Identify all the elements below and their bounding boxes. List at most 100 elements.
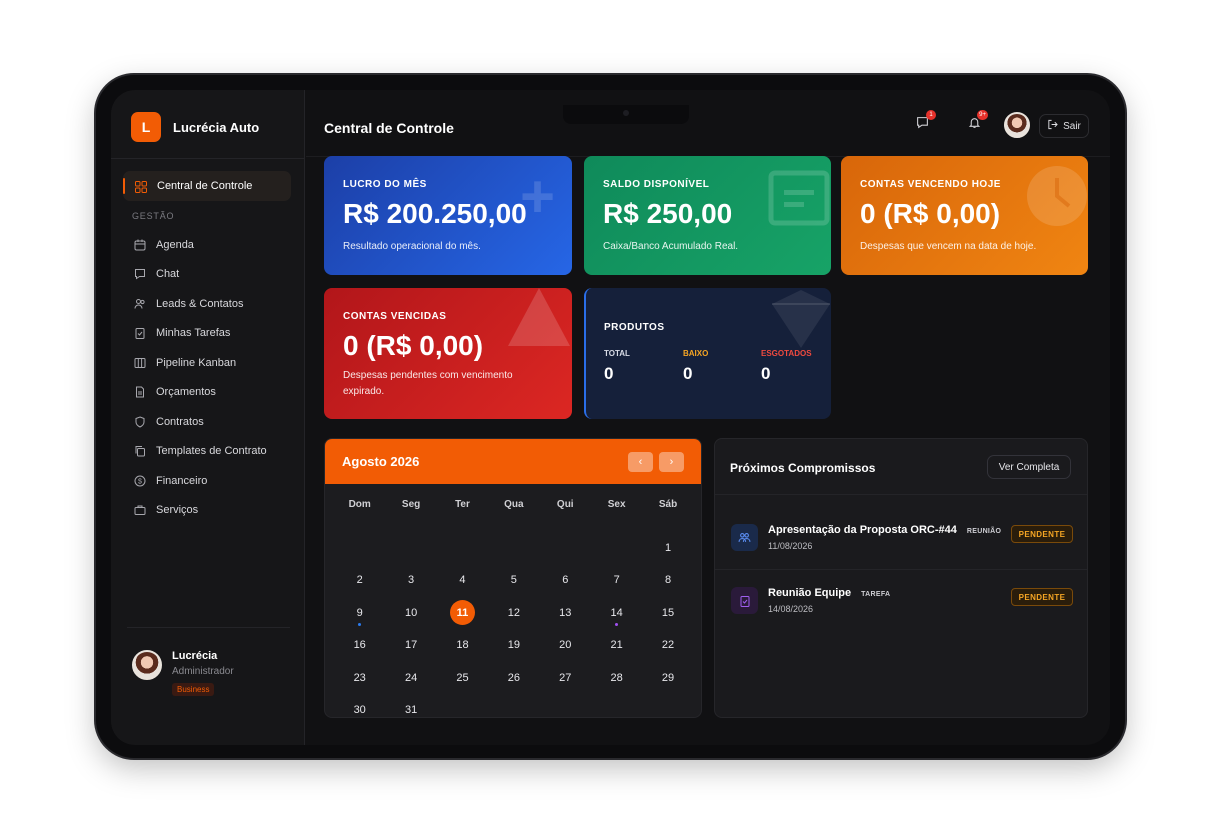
calendar-title: Agosto 2026 [342, 454, 420, 469]
day-number: 23 [353, 671, 366, 684]
sidebar-item-servicos[interactable]: Serviços [133, 496, 293, 526]
camera-icon [623, 110, 629, 116]
calendar-day[interactable]: 22 [642, 629, 693, 662]
day-number: 10 [404, 606, 418, 619]
sidebar-item-contratos[interactable]: Contratos [133, 407, 293, 437]
calendar-day[interactable]: 5 [488, 564, 539, 597]
calendar-day[interactable]: 19 [488, 629, 539, 662]
calendar-day[interactable]: 21 [591, 629, 642, 662]
chat-icon [133, 268, 146, 281]
calendar-day[interactable]: 18 [437, 629, 488, 662]
calendar-day[interactable]: 1 [642, 532, 693, 565]
sidebar-item-label: Templates de Contrato [156, 445, 267, 458]
calendar-day[interactable]: 26 [488, 662, 539, 695]
card-description: Despesas pendentes com vencimento expira… [343, 370, 513, 397]
logout-button[interactable]: Sair [1039, 114, 1089, 138]
warning-icon [506, 288, 572, 353]
card-value: R$ 200.250,00 [343, 198, 527, 229]
day-number: 17 [404, 639, 418, 652]
appointment-type: REUNIÃO [966, 528, 1002, 535]
calendar-empty-cell [488, 532, 539, 565]
card-lucro-do-mes[interactable]: + LUCRO DO MÊS R$ 200.250,00 Resultado o… [324, 156, 572, 275]
chat-button[interactable]: 1 [911, 110, 936, 135]
calendar-day[interactable]: 29 [642, 662, 693, 695]
stat-label: ESGOTADOS [761, 349, 812, 358]
calendar-day[interactable]: 6 [540, 564, 591, 597]
calendar-day[interactable]: 9 [334, 597, 385, 630]
sidebar-item-pipeline[interactable]: Pipeline Kanban [133, 348, 293, 378]
calendar-day[interactable]: 4 [437, 564, 488, 597]
clipboard-icon [133, 327, 146, 340]
calendar-day[interactable]: 31 [385, 694, 436, 717]
sidebar-item-financeiro[interactable]: $ Financeiro [133, 466, 293, 496]
weekday-label: Seg [401, 499, 421, 510]
calendar-day[interactable]: 20 [540, 629, 591, 662]
event-dot [615, 623, 619, 626]
grid-icon [135, 180, 148, 193]
next-month-button[interactable]: › [659, 451, 684, 472]
sidebar-item-orcamentos[interactable]: Orçamentos [133, 378, 293, 408]
calendar-day[interactable]: 30 [334, 694, 385, 717]
card-value: R$ 250,00 [603, 198, 733, 229]
calendar-day[interactable]: 14 [591, 597, 642, 630]
tablet-frame: L Lucrécia Auto Central de Controle GEST… [96, 75, 1125, 758]
sidebar-item-label: Central de Controle [157, 180, 253, 192]
sidebar-item-templates[interactable]: Templates de Contrato [133, 437, 293, 467]
day-number: 15 [661, 606, 675, 619]
nav-section-title: GESTÃO [132, 211, 175, 221]
card-label: SALDO DISPONÍVEL [603, 179, 710, 190]
card-saldo-disponivel[interactable]: SALDO DISPONÍVEL R$ 250,00 Caixa/Banco A… [584, 156, 831, 275]
day-number: 25 [456, 671, 469, 684]
notification-badge: 1 [926, 110, 936, 120]
calendar-day[interactable]: 27 [540, 662, 591, 695]
divider [111, 158, 305, 159]
sidebar-item-agenda[interactable]: Agenda [133, 230, 293, 260]
card-contas-vencendo-hoje[interactable]: CONTAS VENCENDO HOJE 0 (R$ 0,00) Despesa… [841, 156, 1088, 275]
calendar-day[interactable]: 16 [334, 629, 385, 662]
day-number: 29 [661, 671, 675, 684]
appointment-item[interactable]: Apresentação da Proposta ORC-#44 REUNIÃO … [731, 518, 1073, 558]
appointment-type: TAREFA [861, 591, 891, 598]
calendar-empty-cell [334, 532, 385, 565]
page-title: Central de Controle [324, 120, 454, 136]
calendar-day[interactable]: 23 [334, 662, 385, 695]
weekday-label: Ter [455, 499, 470, 510]
notifications-button[interactable]: 9+ [963, 110, 988, 135]
calendar-day[interactable]: 13 [540, 597, 591, 630]
copy-icon [133, 445, 146, 458]
sidebar-item-central-de-controle[interactable]: Central de Controle [123, 171, 291, 201]
day-number: 12 [507, 606, 520, 619]
header-avatar[interactable] [1004, 112, 1030, 138]
calendar-day[interactable]: 25 [437, 662, 488, 695]
calendar-day-today[interactable]: 11 [437, 597, 488, 630]
calendar-empty-cell [385, 532, 436, 565]
sidebar-item-chat[interactable]: Chat [133, 260, 293, 290]
day-number: 1 [664, 541, 672, 554]
calendar-day[interactable]: 28 [591, 662, 642, 695]
calendar-day[interactable]: 12 [488, 597, 539, 630]
calendar-day[interactable]: 17 [385, 629, 436, 662]
prev-month-button[interactable]: ‹ [628, 451, 653, 472]
sidebar-item-leads[interactable]: Leads & Contatos [133, 289, 293, 319]
appointment-item[interactable]: Reunião Equipe TAREFA 14/08/2026 PENDENTE [731, 581, 1073, 621]
day-number: 28 [610, 671, 623, 684]
calendar-day[interactable]: 3 [385, 564, 436, 597]
calendar-day[interactable]: 7 [591, 564, 642, 597]
calendar-day[interactable]: 10 [385, 597, 436, 630]
user-name: Lucrécia [172, 650, 218, 662]
calendar-day[interactable]: 8 [642, 564, 693, 597]
brand[interactable]: L Lucrécia Auto [131, 112, 259, 142]
user-profile[interactable]: Lucrécia Administrador Business [132, 650, 234, 696]
view-all-button[interactable]: Ver Completa [987, 455, 1071, 479]
clock-icon [1025, 164, 1088, 233]
card-contas-vencidas[interactable]: CONTAS VENCIDAS 0 (R$ 0,00) Despesas pen… [324, 288, 572, 419]
calendar-day[interactable]: 2 [334, 564, 385, 597]
wallet-icon [768, 170, 830, 231]
divider [715, 494, 1087, 495]
sidebar-item-tarefas[interactable]: Minhas Tarefas [133, 319, 293, 349]
card-produtos[interactable]: PRODUTOS TOTAL 0 BAIXO 0 ESGOTADOS 0 [584, 288, 831, 419]
user-role: Administrador [172, 666, 234, 677]
day-number: 24 [404, 671, 418, 684]
calendar-day[interactable]: 24 [385, 662, 436, 695]
calendar-day[interactable]: 15 [642, 597, 693, 630]
